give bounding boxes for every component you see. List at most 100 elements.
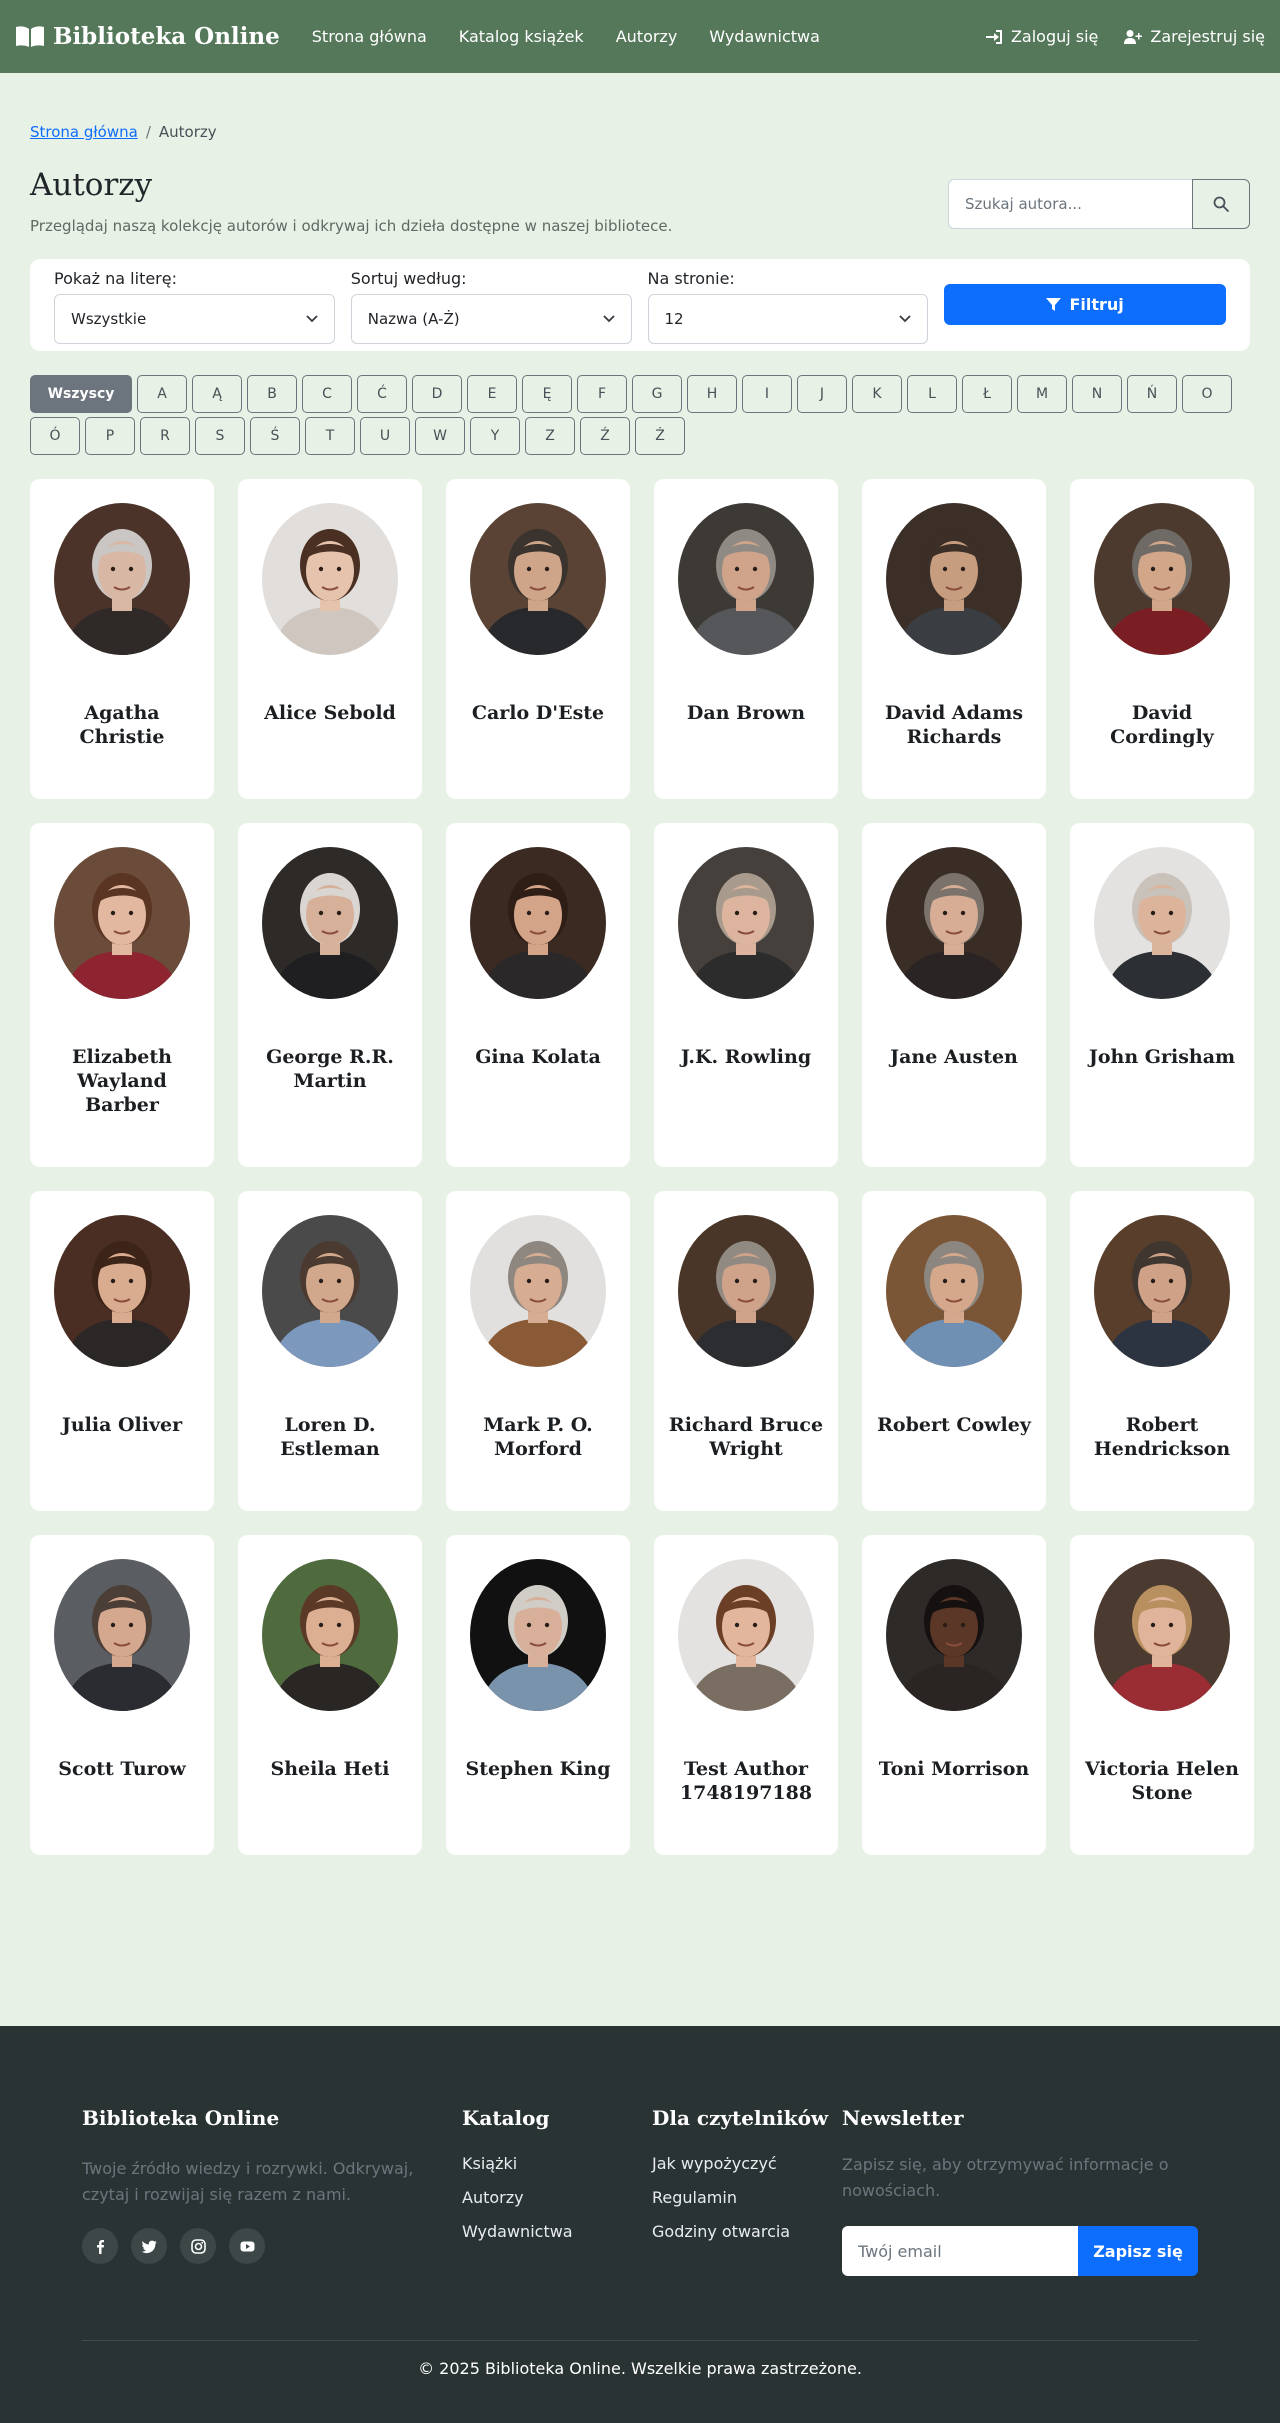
letter-button[interactable]: J [797, 375, 847, 413]
facebook-link[interactable] [82, 2228, 118, 2264]
author-card[interactable]: David Cordingly [1070, 479, 1254, 799]
letter-button[interactable]: C [302, 375, 352, 413]
footer-link-books[interactable]: Książki [462, 2154, 652, 2173]
letter-button[interactable]: Ł [962, 375, 1012, 413]
author-photo [886, 1559, 1022, 1711]
letter-button[interactable]: E [467, 375, 517, 413]
letter-button[interactable]: L [907, 375, 957, 413]
sort-select[interactable]: Nazwa (A-Ż) [350, 294, 632, 344]
letter-button[interactable]: Y [470, 417, 520, 455]
auth-nav: Zaloguj się Zarejestruj się [985, 27, 1265, 46]
author-card[interactable]: Robert Hendrickson [1070, 1191, 1254, 1511]
nav-link-catalog[interactable]: Katalog książek [459, 27, 584, 46]
youtube-link[interactable] [229, 2228, 265, 2264]
letter-button[interactable]: Ź [580, 417, 630, 455]
author-card[interactable]: Richard Bruce Wright [654, 1191, 838, 1511]
letter-button[interactable]: Ż [635, 417, 685, 455]
letter-button[interactable]: I [742, 375, 792, 413]
author-card[interactable]: Victoria Helen Stone [1070, 1535, 1254, 1855]
letter-button[interactable]: G [632, 375, 682, 413]
author-card[interactable]: Toni Morrison [862, 1535, 1046, 1855]
author-portrait-icon [54, 847, 190, 999]
footer-link-authors[interactable]: Autorzy [462, 2188, 652, 2207]
author-name: David Cordingly [1110, 702, 1214, 748]
letter-button[interactable]: F [577, 375, 627, 413]
filter-icon [1046, 298, 1062, 311]
breadcrumb-home[interactable]: Strona główna [30, 123, 138, 141]
footer-link-rules[interactable]: Regulamin [652, 2188, 842, 2207]
author-portrait-icon [1094, 503, 1230, 655]
search-button[interactable] [1192, 179, 1250, 229]
author-card[interactable]: Sheila Heti [238, 1535, 422, 1855]
nav-link-publishers[interactable]: Wydawnictwa [709, 27, 820, 46]
register-link[interactable]: Zarejestruj się [1124, 27, 1265, 46]
author-photo [54, 503, 190, 655]
author-card[interactable]: Jane Austen [862, 823, 1046, 1167]
letter-button[interactable]: Ś [250, 417, 300, 455]
author-card[interactable]: David Adams Richards [862, 479, 1046, 799]
letter-button[interactable]: Ć [357, 375, 407, 413]
author-card[interactable]: Stephen King [446, 1535, 630, 1855]
letter-button[interactable]: S [195, 417, 245, 455]
author-card[interactable]: Agatha Christie [30, 479, 214, 799]
letter-button[interactable]: R [140, 417, 190, 455]
instagram-link[interactable] [180, 2228, 216, 2264]
brand-logo[interactable]: Biblioteka Online [15, 23, 280, 50]
nav-link-authors[interactable]: Autorzy [616, 27, 678, 46]
author-card[interactable]: J.K. Rowling [654, 823, 838, 1167]
letter-button[interactable]: D [412, 375, 462, 413]
letter-button[interactable]: H [687, 375, 737, 413]
filter-button[interactable]: Filtruj [944, 284, 1226, 325]
author-card[interactable]: George R.R. Martin [238, 823, 422, 1167]
author-card[interactable]: John Grisham [1070, 823, 1254, 1167]
author-photo [470, 1215, 606, 1367]
author-card[interactable]: Elizabeth Wayland Barber [30, 823, 214, 1167]
letter-select[interactable]: Wszystkie [54, 294, 335, 344]
letter-button[interactable]: U [360, 417, 410, 455]
author-card[interactable]: Gina Kolata [446, 823, 630, 1167]
author-card[interactable]: Dan Brown [654, 479, 838, 799]
footer-brand: Biblioteka Online [82, 2106, 280, 2130]
footer-link-publishers[interactable]: Wydawnictwa [462, 2222, 652, 2241]
author-card[interactable]: Mark P. O. Morford [446, 1191, 630, 1511]
letter-button[interactable]: W [415, 417, 465, 455]
letter-button[interactable]: Ó [30, 417, 80, 455]
author-search-input[interactable] [948, 179, 1192, 229]
author-card[interactable]: Carlo D'Este [446, 479, 630, 799]
per-page-select[interactable]: 12 [647, 294, 929, 344]
letter-button[interactable]: T [305, 417, 355, 455]
author-card[interactable]: Scott Turow [30, 1535, 214, 1855]
letter-button[interactable]: M [1017, 375, 1067, 413]
footer-readers-title: Dla czytelników [652, 2106, 829, 2130]
footer-link-opening-hours[interactable]: Godziny otwarcia [652, 2222, 842, 2241]
letter-button[interactable]: P [85, 417, 135, 455]
footer-catalog-links: Książki Autorzy Wydawnictwa [462, 2154, 652, 2241]
letter-button[interactable]: Ą [192, 375, 242, 413]
letter-select-value: Wszystkie [71, 310, 147, 328]
twitter-link[interactable] [131, 2228, 167, 2264]
letter-button[interactable]: Z [525, 417, 575, 455]
letter-button[interactable]: O [1182, 375, 1232, 413]
letter-button[interactable]: N [1072, 375, 1122, 413]
newsletter-subscribe-button[interactable]: Zapisz się [1078, 2226, 1198, 2276]
author-card[interactable]: Test Author 1748197188 [654, 1535, 838, 1855]
letter-button[interactable]: B [247, 375, 297, 413]
author-portrait-icon [1094, 1215, 1230, 1367]
main-nav: Strona główna Katalog książek Autorzy Wy… [312, 27, 820, 46]
author-card[interactable]: Alice Sebold [238, 479, 422, 799]
letter-button[interactable]: K [852, 375, 902, 413]
nav-link-home[interactable]: Strona główna [312, 27, 427, 46]
author-card[interactable]: Loren D. Estleman [238, 1191, 422, 1511]
author-card[interactable]: Julia Oliver [30, 1191, 214, 1511]
letter-button[interactable]: A [137, 375, 187, 413]
footer-link-how-to-borrow[interactable]: Jak wypożyczyć [652, 2154, 842, 2173]
letter-all-button[interactable]: Wszyscy [30, 375, 132, 413]
breadcrumb-current: Autorzy [158, 123, 217, 141]
newsletter-email-input[interactable] [842, 2226, 1078, 2276]
letter-button[interactable]: Ę [522, 375, 572, 413]
letter-button[interactable]: Ń [1127, 375, 1177, 413]
author-name: J.K. Rowling [680, 1046, 812, 1068]
author-card[interactable]: Robert Cowley [862, 1191, 1046, 1511]
page-subtitle: Przeglądaj naszą kolekcję autorów i odkr… [30, 217, 673, 235]
login-link[interactable]: Zaloguj się [985, 27, 1098, 46]
